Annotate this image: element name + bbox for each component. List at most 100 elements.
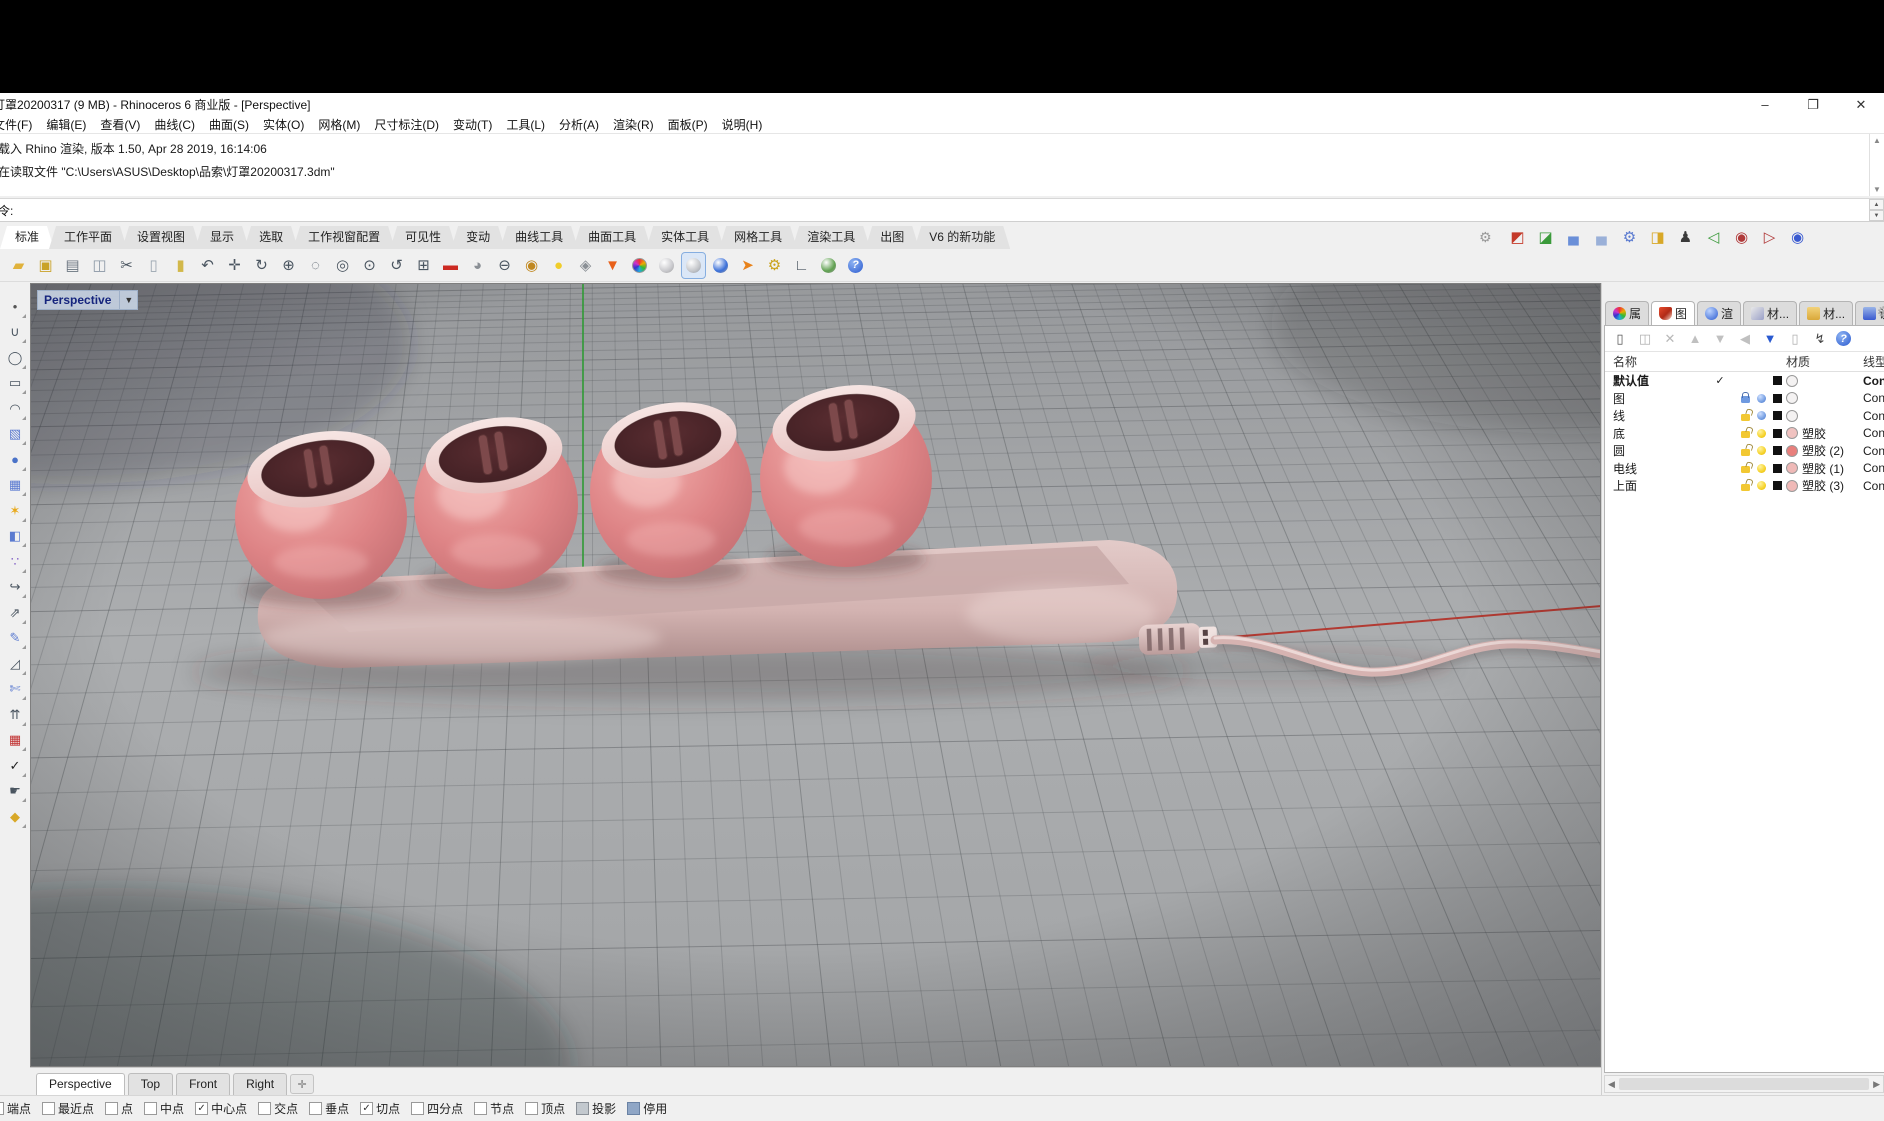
tab-drafting[interactable]: 出图 — [865, 226, 919, 249]
settings-gears-icon[interactable]: ⚙ — [1618, 225, 1641, 248]
panel-gear-icon[interactable]: ⚙ — [1877, 303, 1884, 321]
zoom-window-icon[interactable]: ◌ — [304, 253, 327, 278]
scale-tool-icon[interactable]: ◿ — [3, 652, 27, 676]
unroll-box-icon[interactable]: ◨ — [1646, 225, 1669, 248]
osnap-四分点[interactable]: 四分点 — [411, 1100, 463, 1117]
import-file-icon[interactable]: ▯ — [142, 253, 165, 278]
osnap-checkbox[interactable] — [525, 1102, 538, 1115]
osnap-交点[interactable]: 交点 — [258, 1100, 298, 1117]
tab-mesh-tools[interactable]: 网格工具 — [719, 226, 797, 249]
menu-analyze[interactable]: 分析(A) — [552, 116, 606, 133]
viewport-title-label[interactable]: Perspective — [38, 291, 119, 309]
tab-set-view[interactable]: 设置视图 — [122, 226, 200, 249]
viewport-tab-perspective[interactable]: Perspective — [36, 1073, 125, 1095]
sphere-tool-icon[interactable]: ● — [3, 448, 27, 472]
move-up-icon[interactable]: ▲ — [1686, 331, 1704, 346]
layer-lock-icon[interactable] — [1738, 463, 1752, 473]
osnap-checkbox[interactable]: ✓ — [195, 1102, 208, 1115]
menu-file[interactable]: 文件(F) — [0, 116, 39, 133]
check-tool-icon[interactable]: ✓ — [3, 754, 27, 778]
save-file-icon[interactable]: ▣ — [34, 253, 57, 278]
lock-objects-icon[interactable]: ◈ — [574, 253, 597, 278]
copy-clipboard-icon[interactable]: ◫ — [88, 253, 111, 278]
raytraced-sphere-icon[interactable] — [709, 253, 732, 278]
cut-icon[interactable]: ✂ — [115, 253, 138, 278]
osnap-checkbox[interactable] — [105, 1102, 118, 1115]
layer-current-check[interactable]: ✓ — [1711, 374, 1729, 387]
cplane-bottom-icon[interactable]: ▄ — [1562, 225, 1585, 248]
menu-edit[interactable]: 编辑(E) — [39, 116, 93, 133]
menu-mesh[interactable]: 网格(M) — [311, 116, 367, 133]
filter-icon[interactable]: ▼ — [1761, 331, 1779, 346]
new-layer-icon[interactable]: ▯ — [1611, 331, 1629, 347]
osnap-中点[interactable]: 中点 — [144, 1100, 184, 1117]
osnap-checkbox[interactable] — [411, 1102, 424, 1115]
osnap-端点[interactable]: 端点 — [0, 1100, 31, 1117]
command-input[interactable]: 指令: ▲▼ — [0, 198, 1884, 222]
tab-curve-tools[interactable]: 曲线工具 — [500, 226, 578, 249]
layer-material[interactable] — [1786, 375, 1802, 387]
osnap-顶点[interactable]: 顶点 — [525, 1100, 565, 1117]
tab-visibility[interactable]: 可见性 — [390, 226, 456, 249]
cplane-top-icon[interactable]: ▄ — [1590, 225, 1613, 248]
osnap-节点[interactable]: 节点 — [474, 1100, 514, 1117]
flag-cursor-icon[interactable]: ➤ — [736, 253, 759, 278]
panel-tab-render[interactable]: 渲 — [1697, 301, 1741, 325]
car-move-icon[interactable]: ▬ — [439, 253, 462, 278]
edit-tool-icon[interactable]: ✎ — [3, 627, 27, 651]
tab-cplane[interactable]: 工作平面 — [49, 226, 127, 249]
layer-material[interactable]: 塑胶 — [1786, 425, 1826, 442]
viewport-tab-right[interactable]: Right — [233, 1073, 287, 1095]
menu-help[interactable]: 说明(H) — [715, 116, 770, 133]
menu-curve[interactable]: 曲线(C) — [147, 116, 202, 133]
osnap-垂点[interactable]: 垂点 — [309, 1100, 349, 1117]
layer-row[interactable]: 线Continuous — [1605, 407, 1884, 425]
layer-row[interactable]: 圆塑胶 (2)Continuous — [1605, 442, 1884, 460]
zoom-selected-icon[interactable]: ◎ — [331, 253, 354, 278]
scroll-right-icon[interactable]: ▶ — [1873, 1079, 1880, 1090]
layer-material[interactable] — [1786, 410, 1802, 422]
layer-lock-icon[interactable] — [1738, 481, 1752, 491]
rotate-right-icon[interactable]: ▷ — [1758, 225, 1781, 248]
osnap-中心点[interactable]: ✓中心点 — [195, 1100, 247, 1117]
command-history[interactable]: 已载入 Rhino 渲染, 版本 1.50, Apr 28 2019, 16:1… — [0, 134, 1884, 196]
menu-transform[interactable]: 变动(T) — [446, 116, 499, 133]
surface-tool-icon[interactable]: ▧ — [3, 423, 27, 447]
scroll-down-icon[interactable]: ▼ — [1873, 185, 1881, 194]
layer-material[interactable] — [1786, 392, 1802, 404]
scroll-left-icon[interactable]: ◀ — [1608, 1079, 1615, 1090]
tab-solid-tools[interactable]: 实体工具 — [646, 226, 724, 249]
menu-view[interactable]: 查看(V) — [93, 116, 147, 133]
osnap-checkbox[interactable] — [42, 1102, 55, 1115]
zoom-dynamic-icon[interactable]: ⊕ — [277, 253, 300, 278]
layer-color-swatch[interactable] — [1770, 446, 1784, 455]
osnap-checkbox[interactable] — [474, 1102, 487, 1115]
open-file-icon[interactable]: ▰ — [7, 253, 30, 278]
menu-render[interactable]: 渲染(R) — [606, 116, 661, 133]
wireframe-cube-icon[interactable]: ◩ — [1506, 225, 1529, 248]
viewport-tab-top[interactable]: Top — [128, 1073, 173, 1095]
mesh-tool-icon[interactable]: ▦ — [3, 474, 27, 498]
panel-tab-materials[interactable]: 材... — [1743, 301, 1797, 325]
delete-layer-icon[interactable]: ✕ — [1661, 331, 1679, 347]
layer-help-icon[interactable]: ? — [1836, 331, 1854, 346]
explode-tool-icon[interactable]: ✶ — [3, 499, 27, 523]
menu-panels[interactable]: 面板(P) — [661, 116, 715, 133]
menu-tools[interactable]: 工具(L) — [499, 116, 552, 133]
layer-bulb-icon[interactable] — [1754, 446, 1768, 455]
rotate-view-icon[interactable]: ↻ — [250, 253, 273, 278]
arc-tool-icon[interactable]: ◠ — [3, 397, 27, 421]
print-icon[interactable]: ▤ — [61, 253, 84, 278]
osnap-点[interactable]: 点 — [105, 1100, 133, 1117]
osnap-checkbox[interactable]: ✓ — [360, 1102, 373, 1115]
undo-view-icon[interactable]: ↺ — [385, 253, 408, 278]
layer-bulb-icon[interactable] — [1754, 411, 1768, 420]
layer-row[interactable]: 图Continuous — [1605, 390, 1884, 408]
hide-objects-bulb-icon[interactable]: ● — [547, 253, 570, 278]
viewport-title[interactable]: Perspective ▼ — [37, 290, 138, 310]
scrollbar-thumb[interactable] — [1619, 1078, 1869, 1090]
layer-material[interactable]: 塑胶 (3) — [1786, 477, 1844, 494]
copy-layer-icon[interactable]: ◫ — [1636, 331, 1654, 347]
command-spinner[interactable]: ▲▼ — [1869, 199, 1884, 221]
restore-button[interactable]: ❐ — [1804, 97, 1822, 113]
